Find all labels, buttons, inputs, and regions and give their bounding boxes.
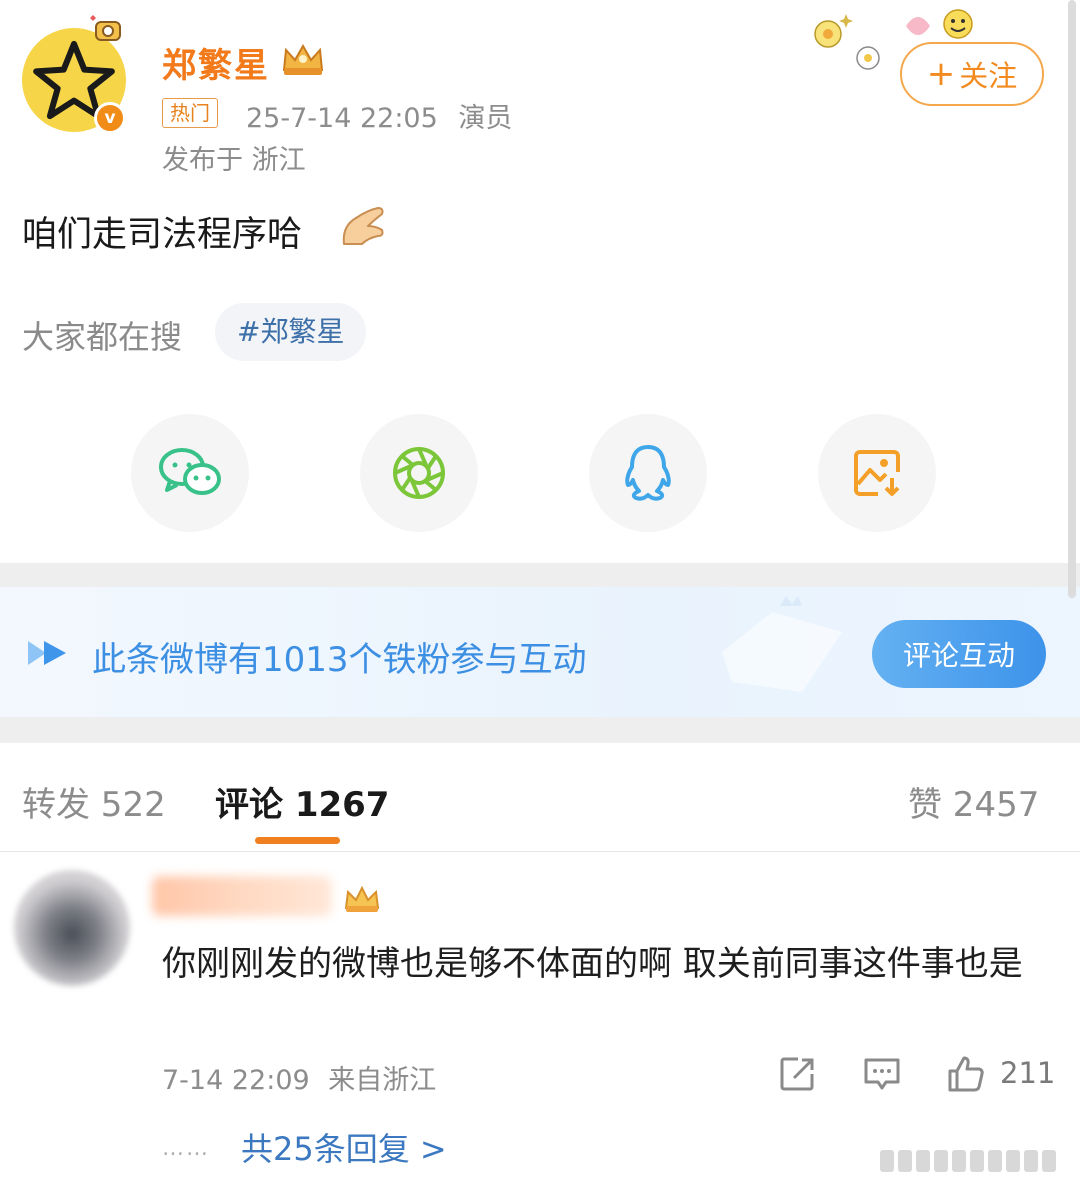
plus-icon: + [926,54,956,94]
banner-decoration-icon [722,596,842,692]
fans-double-play-icon [28,641,66,665]
section-divider [0,717,1080,743]
save-image-icon [854,450,900,496]
tab-likes[interactable]: 赞 2457 [908,777,1039,826]
scrollbar[interactable] [1068,0,1076,598]
watermark-icon [880,1150,1056,1172]
comment-like-count: 211 [1000,1056,1056,1090]
repost-icon[interactable] [778,1054,818,1094]
active-tab-indicator [255,837,340,844]
qq-icon [625,445,671,501]
search-chip[interactable]: #郑繁星 [215,303,367,361]
search-trending-label: 大家都在搜 [22,318,183,356]
tabs-divider [0,851,1080,852]
comment-datetime: 7-14 22:09 [162,1065,310,1096]
username[interactable]: 郑繁星 [162,38,270,87]
save-image-button[interactable] [818,414,936,532]
comment-source: 来自浙江 [328,1065,437,1096]
view-replies-link[interactable]: 共25条回复 > [241,1124,447,1170]
post-datetime: 25-7-14 22:05 [246,103,438,134]
verified-badge-icon: v [94,102,126,134]
follow-button[interactable]: + 关注 [900,42,1044,106]
follow-label: 关注 [959,59,1018,93]
pinching-hand-emoji-icon [342,207,384,245]
hot-tag: 热门 [162,98,218,128]
wechat-icon [159,448,221,495]
fan-interaction-text: 此条微博有1013个铁粉参与互动 [92,640,587,680]
comment-icon[interactable] [862,1054,902,1094]
reply-indent-dots: …… [162,1136,210,1161]
comment-crown-badge-icon [344,885,380,912]
post-content: 咱们走司法程序哈 [22,215,303,255]
section-divider [0,563,1080,587]
comment-username-blurred[interactable] [152,876,332,916]
moments-icon [393,447,445,499]
post-meta: 25-7-14 22:05 演员 [246,96,512,135]
tab-comments[interactable]: 评论 1267 [215,777,389,826]
post-role: 演员 [458,103,513,134]
vip-crown-badge-icon[interactable] [280,42,326,78]
share-moments-button[interactable] [360,414,478,532]
post-location: 发布于 浙江 [162,145,306,176]
share-wechat-button[interactable] [131,414,249,532]
comment-avatar[interactable] [14,870,130,986]
camera-sticker-icon [90,15,121,41]
comment-interact-button[interactable]: 评论互动 [872,620,1046,688]
comment-text: 你刚刚发的微博也是够不体面的啊 取关前同事这件事也是 [162,944,1023,984]
comment-meta: 7-14 22:09 来自浙江 [162,1058,436,1097]
share-qq-button[interactable] [589,414,707,532]
thumbs-up-icon[interactable] [946,1054,986,1094]
tab-repost[interactable]: 转发 522 [22,777,166,826]
